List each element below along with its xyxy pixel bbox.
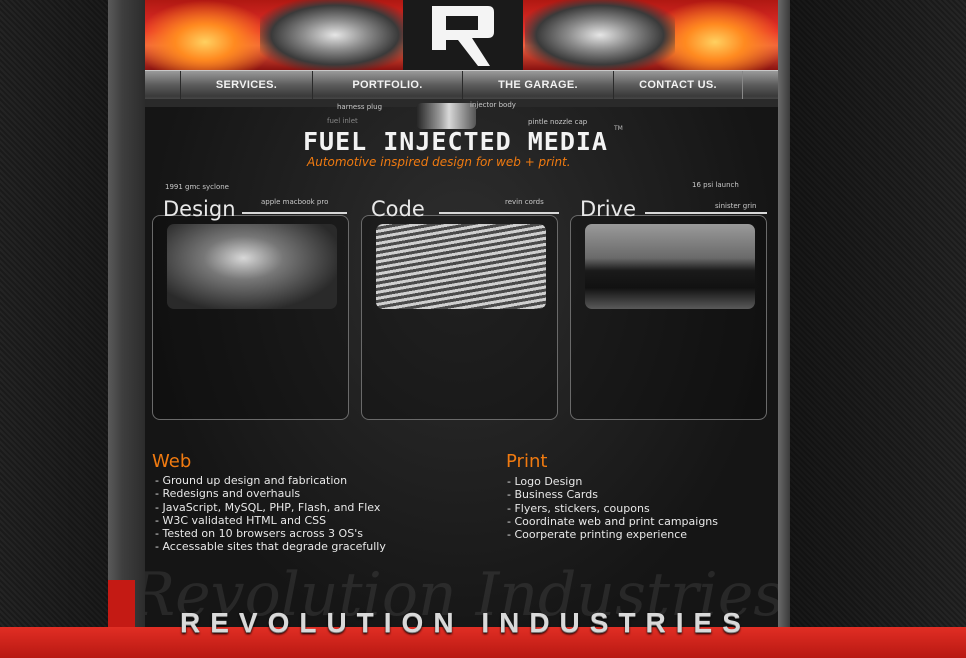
list-item: - Flyers, stickers, coupons: [507, 501, 650, 515]
revolution-logo-icon[interactable]: [432, 6, 494, 66]
laptop-keyboard-photo[interactable]: [376, 224, 546, 309]
list-item: - W3C validated HTML and CSS: [155, 513, 327, 527]
site-tagline: Automotive inspired design for web + pri…: [307, 155, 571, 169]
fuel-injector-graphic: [416, 103, 476, 129]
web-services-list: - Ground up design and fabrication - Red…: [155, 474, 386, 554]
engine-left-graphic: [260, 0, 410, 70]
drive-title-rule: [645, 212, 767, 214]
list-item: - Tested on 10 browsers across 3 OS's: [155, 527, 363, 541]
list-item: - Ground up design and fabrication: [155, 474, 348, 487]
list-item: - Accessable sites that degrade graceful…: [155, 540, 386, 554]
pickup-truck-photo[interactable]: [585, 224, 755, 309]
nav-services[interactable]: SERVICES.: [180, 71, 313, 99]
list-item: - Redesigns and overhauls: [155, 487, 301, 501]
list-item: - Coorperate printing experience: [507, 528, 688, 542]
drive-panel-title: Drive: [580, 197, 636, 221]
car-dashboard-photo[interactable]: [167, 224, 337, 309]
callout-harness-plug: harness plug: [337, 103, 383, 111]
callout-macbook: apple macbook pro: [261, 198, 329, 206]
engine-right-graphic: [525, 0, 675, 70]
left-background: [0, 0, 108, 658]
list-item: - Coordinate web and print campaigns: [507, 514, 719, 528]
design-title-rule: [242, 212, 347, 214]
footer-title: REVOLUTION INDUSTRIES: [180, 607, 751, 638]
nav-portfolio[interactable]: PORTFOLIO.: [312, 71, 463, 99]
right-background: [790, 0, 966, 658]
left-red-accent: [108, 580, 135, 630]
header-banner: [145, 0, 778, 70]
nav-the-garage[interactable]: THE GARAGE.: [462, 71, 614, 99]
site-title: FUEL INJECTED MEDIA: [303, 127, 608, 156]
code-panel-title: Code: [371, 197, 425, 221]
callout-pintle-nozzle-cap: pintle nozzle cap: [528, 118, 588, 126]
web-heading: Web: [152, 451, 192, 472]
callout-fuel-inlet: fuel inlet: [327, 117, 358, 125]
left-gutter: [108, 0, 145, 658]
callout-sinister-grin: sinister grin: [715, 202, 757, 210]
right-rail: [778, 0, 790, 658]
print-services-list: - Logo Design - Business Cards - Flyers,…: [507, 475, 718, 541]
callout-psi-launch: 16 psi launch: [692, 181, 739, 189]
list-item: - JavaScript, MySQL, PHP, Flash, and Fle…: [155, 500, 381, 514]
main-navigation: SERVICES. PORTFOLIO. THE GARAGE. CONTACT…: [145, 70, 778, 107]
trademark-mark: TM: [614, 125, 623, 132]
flame-left-graphic: [145, 0, 275, 70]
main-page: SERVICES. PORTFOLIO. THE GARAGE. CONTACT…: [145, 0, 778, 658]
list-item: - Business Cards: [507, 488, 598, 502]
nav-contact-us[interactable]: CONTACT US.: [613, 71, 743, 99]
callout-injector-body: injector body: [470, 101, 516, 109]
list-item: - Logo Design: [507, 475, 583, 488]
code-title-rule: [439, 212, 559, 214]
design-panel-title: Design: [163, 197, 236, 221]
print-heading: Print: [506, 451, 548, 472]
callout-gmc-syclone: 1991 gmc syclone: [165, 183, 229, 191]
callout-revin-cords: revin cords: [505, 198, 544, 206]
